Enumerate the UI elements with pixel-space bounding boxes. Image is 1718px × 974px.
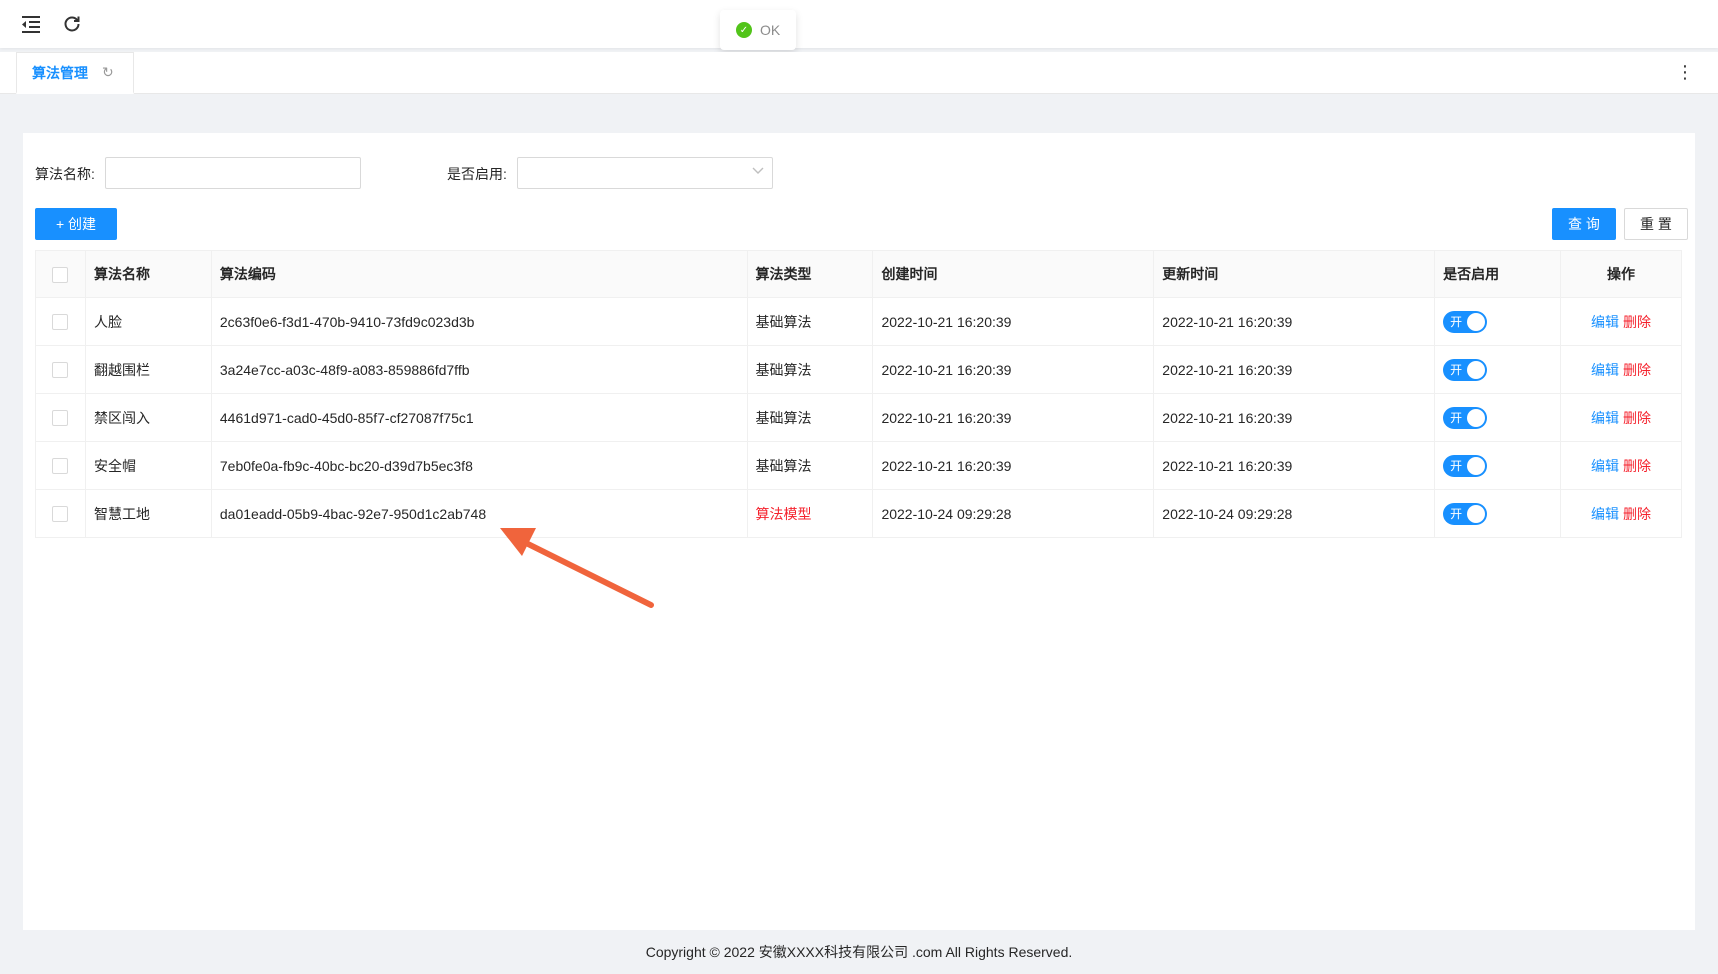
enabled-filter-select[interactable] [517, 157, 773, 189]
cell-type: 基础算法 [746, 441, 874, 490]
cell-created: 2022-10-21 16:20:39 [872, 393, 1155, 442]
cell-created: 2022-10-24 09:29:28 [872, 489, 1155, 538]
cell-name: 禁区闯入 [84, 393, 212, 442]
cell-type: 基础算法 [746, 393, 874, 442]
enabled-toggle[interactable]: 开 [1443, 454, 1488, 477]
enabled-toggle[interactable]: 开 [1443, 502, 1488, 525]
chevron-down-icon [752, 164, 764, 178]
cell-code: 3a24e7cc-a03c-48f9-a083-859886fd7ffb [210, 345, 748, 394]
tab-algorithm-management[interactable]: 算法管理 ↻ [16, 52, 134, 94]
select-all-cell [35, 250, 86, 298]
tab-refresh-icon[interactable]: ↻ [102, 64, 114, 81]
col-header-code: 算法编码 [210, 250, 748, 298]
edit-link[interactable]: 编辑 [1591, 362, 1619, 378]
row-select-cell [35, 345, 86, 394]
col-header-enabled: 是否启用 [1434, 250, 1562, 298]
cell-updated: 2022-10-24 09:29:28 [1153, 489, 1436, 538]
row-select-cell [35, 297, 86, 346]
cell-code: da01eadd-05b9-4bac-92e7-950d1c2ab748 [210, 489, 748, 538]
row-select-cell [35, 393, 86, 442]
check-circle-icon: ✓ [736, 22, 752, 38]
cell-updated: 2022-10-21 16:20:39 [1153, 345, 1436, 394]
table-row: 禁区闯入 4461d971-cad0-45d0-85f7-cf27087f75c… [35, 393, 1682, 442]
edit-link[interactable]: 编辑 [1591, 506, 1619, 522]
row-select-cell [35, 441, 86, 490]
success-toast: ✓ OK [720, 10, 797, 50]
col-header-created: 创建时间 [872, 250, 1155, 298]
cell-code: 7eb0fe0a-fb9c-40bc-bc20-d39d7b5ec3f8 [210, 441, 748, 490]
name-filter-label: 算法名称: [35, 166, 95, 182]
name-filter-input[interactable] [105, 157, 361, 189]
tab-bar: 算法管理 ↻ ⋮ [0, 52, 1718, 94]
toast-text: OK [760, 22, 781, 38]
reset-button[interactable]: 重 置 [1624, 208, 1688, 240]
cell-code: 4461d971-cad0-45d0-85f7-cf27087f75c1 [210, 393, 748, 442]
main-card: 算法名称: 是否启用: + 创建 查 询 重 置 算法名称 算法编码 算法类型 … [23, 133, 1695, 930]
tab-label: 算法管理 [32, 64, 88, 81]
cell-actions: 编辑 删除 [1560, 489, 1682, 538]
cell-updated: 2022-10-21 16:20:39 [1153, 441, 1436, 490]
cell-name: 安全帽 [84, 441, 212, 490]
menu-fold-icon[interactable] [19, 12, 43, 36]
table-row: 智慧工地 da01eadd-05b9-4bac-92e7-950d1c2ab74… [35, 489, 1682, 538]
col-header-type: 算法类型 [746, 250, 874, 298]
table-row: 安全帽 7eb0fe0a-fb9c-40bc-bc20-d39d7b5ec3f8… [35, 441, 1682, 490]
cell-updated: 2022-10-21 16:20:39 [1153, 297, 1436, 346]
cell-enabled: 开 [1434, 489, 1562, 538]
cell-actions: 编辑 删除 [1560, 441, 1682, 490]
cell-updated: 2022-10-21 16:20:39 [1153, 393, 1436, 442]
col-header-updated: 更新时间 [1153, 250, 1436, 298]
row-select-cell [35, 489, 86, 538]
row-checkbox[interactable] [52, 362, 69, 379]
top-header: ✓ OK [0, 0, 1718, 50]
cell-created: 2022-10-21 16:20:39 [872, 441, 1155, 490]
table-header-row: 算法名称 算法编码 算法类型 创建时间 更新时间 是否启用 操作 [35, 250, 1682, 298]
cell-actions: 编辑 删除 [1560, 345, 1682, 394]
cell-enabled: 开 [1434, 441, 1562, 490]
delete-link[interactable]: 删除 [1623, 506, 1651, 522]
cell-enabled: 开 [1434, 393, 1562, 442]
cell-name: 翻越围栏 [84, 345, 212, 394]
cell-type: 算法模型 [746, 489, 874, 538]
cell-created: 2022-10-21 16:20:39 [872, 345, 1155, 394]
row-checkbox[interactable] [52, 410, 69, 427]
reload-icon[interactable] [60, 12, 84, 36]
col-header-actions: 操作 [1560, 250, 1682, 298]
row-checkbox[interactable] [52, 506, 69, 523]
delete-link[interactable]: 删除 [1623, 314, 1651, 330]
cell-actions: 编辑 删除 [1560, 393, 1682, 442]
edit-link[interactable]: 编辑 [1591, 458, 1619, 474]
table-row: 人脸 2c63f0e6-f3d1-470b-9410-73fd9c023d3b … [35, 297, 1682, 346]
delete-link[interactable]: 删除 [1623, 362, 1651, 378]
cell-created: 2022-10-21 16:20:39 [872, 297, 1155, 346]
cell-name: 人脸 [84, 297, 212, 346]
create-button[interactable]: + 创建 [35, 208, 117, 240]
select-all-checkbox[interactable] [52, 266, 69, 283]
row-checkbox[interactable] [52, 458, 69, 475]
delete-link[interactable]: 删除 [1623, 458, 1651, 474]
col-header-name: 算法名称 [84, 250, 212, 298]
footer-copyright: Copyright © 2022 安徽XXXX科技有限公司 .com All R… [645, 944, 1073, 960]
more-vertical-icon[interactable]: ⋮ [1676, 62, 1694, 82]
query-button[interactable]: 查 询 [1552, 208, 1616, 240]
enabled-toggle[interactable]: 开 [1443, 310, 1488, 333]
cell-type: 基础算法 [746, 345, 874, 394]
enabled-filter-label: 是否启用: [447, 166, 507, 182]
row-checkbox[interactable] [52, 314, 69, 331]
edit-link[interactable]: 编辑 [1591, 410, 1619, 426]
cell-code: 2c63f0e6-f3d1-470b-9410-73fd9c023d3b [210, 297, 748, 346]
table-row: 翻越围栏 3a24e7cc-a03c-48f9-a083-859886fd7ff… [35, 345, 1682, 394]
cell-name: 智慧工地 [84, 489, 212, 538]
enabled-toggle[interactable]: 开 [1443, 406, 1488, 429]
cell-type: 基础算法 [746, 297, 874, 346]
enabled-toggle[interactable]: 开 [1443, 358, 1488, 381]
algorithm-table: 算法名称 算法编码 算法类型 创建时间 更新时间 是否启用 操作 人脸 2c63… [35, 250, 1682, 538]
delete-link[interactable]: 删除 [1623, 410, 1651, 426]
edit-link[interactable]: 编辑 [1591, 314, 1619, 330]
cell-actions: 编辑 删除 [1560, 297, 1682, 346]
cell-enabled: 开 [1434, 297, 1562, 346]
cell-enabled: 开 [1434, 345, 1562, 394]
